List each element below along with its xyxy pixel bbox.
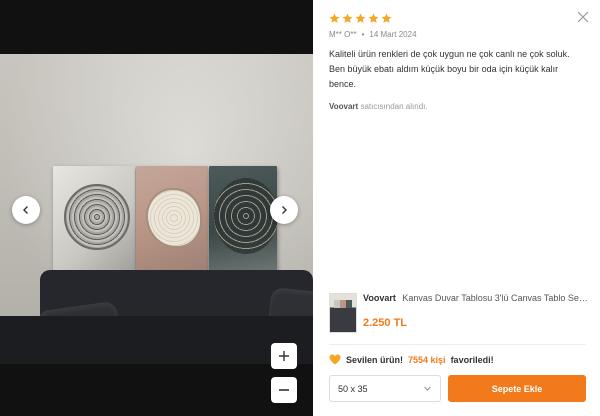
review-text: Kaliteli ürün renkleri de çok uygun ne ç… <box>329 49 570 89</box>
zoom-in-button[interactable] <box>271 343 297 369</box>
close-icon[interactable] <box>576 10 590 24</box>
star-icon <box>355 13 366 23</box>
chevron-down-icon <box>424 386 431 391</box>
product-info: Voovart Kanvas Duvar Tablosu 3'lü Canvas… <box>363 293 588 333</box>
review-image-modal: M** O** • 14 Mart 2024 Kaliteli ürün ren… <box>0 0 600 416</box>
favorite-suffix: favoriledi! <box>450 354 494 365</box>
chevron-right-icon <box>282 206 287 214</box>
review-date: 14 Mart 2024 <box>369 30 417 39</box>
divider <box>329 344 586 345</box>
meta-separator: • <box>361 30 365 39</box>
product-price: 2.250 TL <box>363 317 408 329</box>
review-panel: M** O** • 14 Mart 2024 Kaliteli ürün ren… <box>313 0 600 416</box>
seller-name[interactable]: Voovart <box>329 102 358 111</box>
plus-icon <box>279 351 289 361</box>
review-photo <box>0 54 313 364</box>
product-title: Kanvas Duvar Tablosu 3'lü Canvas Tablo S… <box>402 293 588 303</box>
size-select[interactable]: 50 x 35 <box>329 375 441 402</box>
minus-icon <box>279 389 289 391</box>
heart-icon <box>329 354 341 365</box>
star-icon <box>381 13 392 23</box>
product-thumbnail[interactable] <box>329 293 357 333</box>
favorite-prefix: Sevilen ürün! <box>346 354 404 365</box>
product-brand: Voovart <box>363 293 396 303</box>
star-icon <box>329 13 340 23</box>
star-icon <box>368 13 379 23</box>
review-meta: M** O** • 14 Mart 2024 <box>329 30 586 39</box>
purchase-actions: 50 x 35 Sepete Ekle <box>329 375 586 402</box>
rating-stars <box>329 13 586 24</box>
star-icon <box>342 13 353 23</box>
favorite-count: 7554 kişi <box>408 354 446 365</box>
zoom-out-button[interactable] <box>271 377 297 403</box>
review-author: M** O** <box>329 30 357 39</box>
add-to-cart-button[interactable]: Sepete Ekle <box>448 375 586 402</box>
previous-image-button[interactable] <box>12 196 40 224</box>
next-image-button[interactable] <box>270 196 298 224</box>
seller-note: Voovart satıcısından alındı. <box>329 102 586 111</box>
size-select-value: 50 x 35 <box>338 383 368 394</box>
product-summary[interactable]: Voovart Kanvas Duvar Tablosu 3'lü Canvas… <box>329 293 588 333</box>
seller-suffix: satıcısından alındı. <box>360 102 428 111</box>
image-viewer <box>0 0 313 416</box>
favorite-info: Sevilen ürün! 7554 kişi favoriledi! <box>329 354 494 365</box>
chevron-left-icon <box>23 206 28 214</box>
product-title-line[interactable]: Voovart Kanvas Duvar Tablosu 3'lü Canvas… <box>363 293 588 303</box>
